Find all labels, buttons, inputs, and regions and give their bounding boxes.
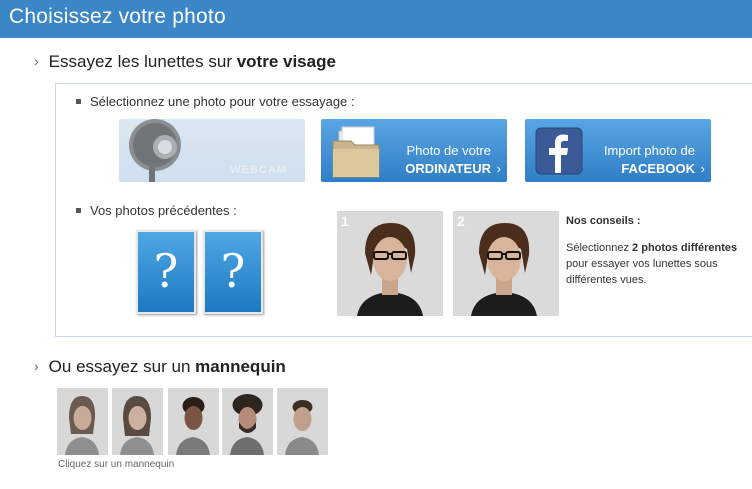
facebook-import-button[interactable]: Import photo de FACEBOOK › bbox=[525, 119, 711, 182]
mannequin-face-image bbox=[277, 388, 328, 455]
chevron-right-icon: › bbox=[700, 161, 705, 176]
computer-photo-button[interactable]: Photo de votre ORDINATEUR › bbox=[321, 119, 507, 182]
woman-with-glasses-image bbox=[337, 211, 443, 316]
previous-photo-slot[interactable]: ? bbox=[203, 230, 263, 314]
previous-photos-text: Vos photos précédentes : bbox=[90, 203, 237, 218]
sample-number: 1 bbox=[341, 213, 349, 229]
mannequin-face-image bbox=[168, 388, 219, 455]
advice-bold: 2 photos différentes bbox=[632, 242, 738, 254]
advice-text: Sélectionnez 2 photos différentes pour e… bbox=[566, 240, 752, 288]
section-model-text: Ou essayez sur un bbox=[48, 357, 196, 376]
mannequin-thumbnail[interactable] bbox=[57, 388, 108, 455]
sample-photo-angle: 2 bbox=[453, 211, 559, 316]
woman-with-glasses-image bbox=[453, 211, 559, 316]
question-mark-icon: ? bbox=[220, 244, 246, 298]
webcam-button[interactable]: WEBCAM bbox=[119, 119, 305, 182]
bullet-icon bbox=[76, 99, 81, 104]
webcam-icon bbox=[129, 119, 181, 182]
chevron-right-icon: › bbox=[34, 53, 39, 69]
mannequin-caption: Cliquez sur un mannequin bbox=[58, 459, 175, 470]
section-face-bold: votre visage bbox=[236, 52, 336, 71]
folder-icon bbox=[332, 126, 380, 178]
sample-photo-front: 1 bbox=[337, 211, 443, 316]
mannequin-thumbnail[interactable] bbox=[112, 388, 163, 455]
previous-photos-label: Vos photos précédentes : bbox=[76, 203, 237, 218]
section-face-text: Essayez les lunettes sur bbox=[48, 52, 237, 71]
question-mark-icon: ? bbox=[153, 244, 179, 298]
advice-pre: Sélectionnez bbox=[566, 242, 633, 254]
facebook-icon bbox=[535, 127, 583, 175]
advice-post: pour essayer vos lunettes sous différent… bbox=[566, 258, 718, 286]
section-model-bold: mannequin bbox=[195, 357, 286, 376]
chevron-right-icon: › bbox=[34, 358, 39, 374]
page-header: Choisissez votre photo bbox=[0, 0, 752, 38]
page-title: Choisissez votre photo bbox=[9, 5, 226, 28]
facebook-line1: Import photo de bbox=[603, 143, 695, 158]
bullet-icon bbox=[76, 208, 81, 213]
select-prompt-text: Sélectionnez une photo pour votre essaya… bbox=[90, 94, 355, 109]
mannequin-thumbnail[interactable] bbox=[222, 388, 273, 455]
mannequin-thumbnail[interactable] bbox=[168, 388, 219, 455]
computer-line2: ORDINATEUR bbox=[405, 161, 491, 176]
section-model-heading: › Ou essayez sur un mannequin bbox=[34, 357, 286, 377]
chevron-right-icon: › bbox=[496, 161, 501, 176]
webcam-label: WEBCAM bbox=[230, 164, 287, 176]
select-prompt: Sélectionnez une photo pour votre essaya… bbox=[76, 94, 355, 109]
mannequin-thumbnail[interactable] bbox=[277, 388, 328, 455]
section-face-heading: › Essayez les lunettes sur votre visage bbox=[34, 52, 336, 72]
sample-number: 2 bbox=[457, 213, 465, 229]
computer-line1: Photo de votre bbox=[406, 143, 491, 158]
mannequin-face-image bbox=[222, 388, 273, 455]
mannequin-face-image bbox=[112, 388, 163, 455]
previous-photo-slot[interactable]: ? bbox=[136, 230, 196, 314]
advice-title: Nos conseils : bbox=[566, 215, 641, 227]
mannequin-face-image bbox=[57, 388, 108, 455]
facebook-line2: FACEBOOK bbox=[621, 161, 695, 176]
